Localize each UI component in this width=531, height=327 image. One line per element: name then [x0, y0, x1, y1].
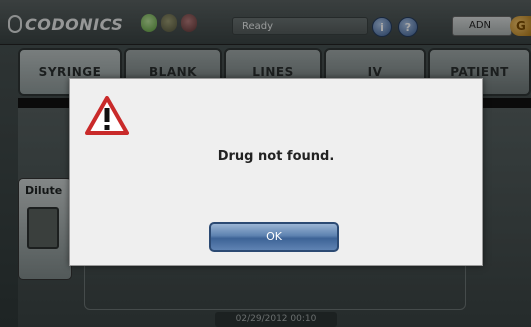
ok-button[interactable]: OK [209, 222, 339, 252]
dialog-message: Drug not found. [217, 149, 335, 164]
alert-dialog: Drug not found. OK [69, 78, 483, 266]
warning-icon [85, 96, 129, 135]
